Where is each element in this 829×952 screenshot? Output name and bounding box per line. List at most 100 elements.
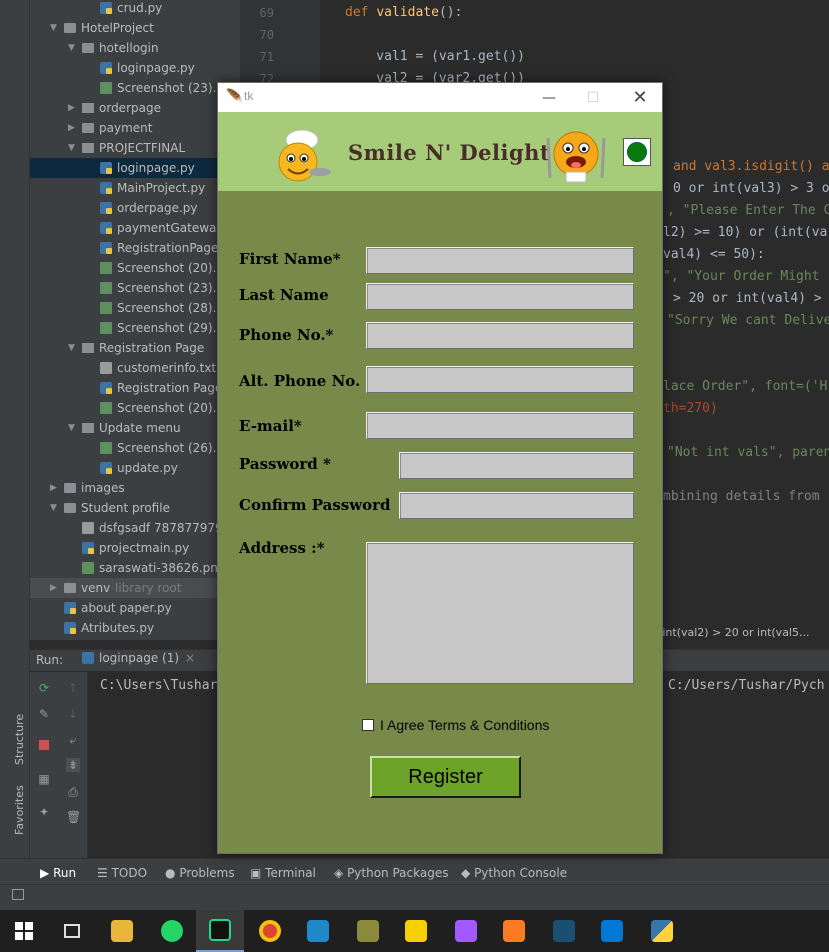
chevron-down-icon[interactable]: ▼ (50, 498, 60, 518)
tab-python-packages[interactable]: ◈ Python Packages (334, 866, 448, 880)
chevron-down-icon[interactable]: ▼ (50, 18, 60, 38)
print-icon[interactable]: ⎙ (66, 785, 80, 799)
rerun-icon[interactable]: ⟳ (37, 681, 51, 695)
register-button[interactable]: Register (370, 756, 521, 798)
xampp-icon[interactable] (490, 910, 538, 952)
tree-item[interactable]: ▼ hotellogin (30, 38, 240, 58)
layout-icon[interactable]: ▦ (37, 772, 51, 786)
tab-problems[interactable]: ● Problems (165, 866, 235, 880)
tree-item[interactable]: MainProject.py (30, 178, 240, 198)
alt-phone-input[interactable] (366, 366, 634, 393)
tab-python-console[interactable]: ◆ Python Console (461, 866, 567, 880)
tree-item[interactable]: loginpage.py (30, 58, 240, 78)
last-name-input[interactable] (366, 283, 634, 310)
task-view-icon[interactable] (48, 910, 96, 952)
agree-checkbox[interactable] (362, 719, 374, 731)
first-name-input[interactable] (366, 247, 634, 274)
tab-terminal[interactable]: ▣ Terminal (250, 866, 316, 880)
chevron-down-icon[interactable]: ▼ (68, 418, 78, 438)
tree-item[interactable]: Screenshot (20).p (30, 258, 240, 278)
tab-todo[interactable]: ☰ TODO (97, 866, 147, 880)
tree-item[interactable]: Screenshot (28).p (30, 298, 240, 318)
chevron-right-icon[interactable]: ▶ (50, 578, 60, 598)
chevron-down-icon[interactable]: ▼ (68, 138, 78, 158)
trash-icon[interactable]: 🗑 (66, 810, 81, 824)
chrome-icon[interactable] (246, 910, 294, 952)
chevron-right-icon[interactable]: ▶ (50, 478, 60, 498)
tab-run[interactable]: ▶ Run (40, 866, 76, 880)
tree-item[interactable]: Atributes.py (30, 618, 240, 638)
pin-icon[interactable]: ✦ (37, 805, 51, 819)
tree-item[interactable]: Screenshot (20).p (30, 398, 240, 418)
stop-icon[interactable] (37, 739, 51, 753)
tree-item[interactable]: loginpage.py (30, 158, 240, 178)
maximize-button[interactable]: ☐ (571, 83, 615, 112)
folder-icon (82, 423, 94, 433)
tree-item[interactable]: Screenshot (26).p (30, 438, 240, 458)
email-input[interactable] (366, 412, 634, 439)
status-toggle-button[interactable] (623, 138, 651, 166)
wrench-icon[interactable]: ✎ (37, 707, 51, 721)
file-explorer-icon[interactable] (98, 910, 146, 952)
tree-item[interactable]: ▶ images (30, 478, 240, 498)
tree-item-label: orderpage.py (117, 201, 198, 215)
python-app-icon[interactable] (638, 910, 686, 952)
tree-item[interactable]: projectmain.py (30, 538, 240, 558)
phone-input[interactable] (366, 322, 634, 349)
tree-item[interactable]: about paper.py (30, 598, 240, 618)
tree-item[interactable]: Screenshot (23).p (30, 278, 240, 298)
layout-toggle-icon[interactable] (12, 889, 24, 900)
chevron-right-icon[interactable]: ▶ (68, 118, 78, 138)
tree-item[interactable]: update.py (30, 458, 240, 478)
virtualbox-icon[interactable] (294, 910, 342, 952)
whatsapp-icon[interactable] (148, 910, 196, 952)
code-fragment: "Not int vals", paren (667, 445, 829, 460)
tree-item[interactable]: customerinfo.txt (30, 358, 240, 378)
tree-item[interactable]: ▶ orderpage (30, 98, 240, 118)
favorites-tab[interactable]: Favorites (13, 785, 26, 835)
tree-item[interactable]: ▶ venv library root (30, 578, 240, 598)
tree-item[interactable]: ▼ Registration Page (30, 338, 240, 358)
confirm-password-input[interactable] (399, 492, 634, 519)
structure-tab[interactable]: Structure (13, 714, 26, 765)
chevron-down-icon[interactable]: ▼ (68, 338, 78, 358)
player-icon[interactable] (392, 910, 440, 952)
run-tab[interactable]: loginpage (1) × (78, 651, 199, 665)
password-input[interactable] (399, 452, 634, 479)
vscode-icon[interactable] (588, 910, 636, 952)
minimize-button[interactable]: — (527, 83, 571, 112)
tree-item-label: hotellogin (99, 41, 159, 55)
soft-wrap-icon[interactable]: ⤶ (66, 733, 80, 747)
tree-item[interactable]: orderpage.py (30, 198, 240, 218)
tree-item[interactable]: ▼ Student profile (30, 498, 240, 518)
up-arrow-icon[interactable]: ↑ (66, 681, 80, 695)
pycharm-icon[interactable] (196, 910, 244, 952)
chevron-right-icon[interactable]: ▶ (68, 98, 78, 118)
python-file-icon (64, 602, 76, 614)
windows-start-button[interactable] (0, 910, 48, 952)
code-fragment: > 20 or int(val4) > (673, 291, 822, 306)
chevron-down-icon[interactable]: ▼ (68, 38, 78, 58)
tree-item[interactable]: Registration Page (30, 378, 240, 398)
tree-item[interactable]: RegistrationPage (30, 238, 240, 258)
tree-item[interactable]: paymentGateway (30, 218, 240, 238)
close-icon[interactable]: × (185, 651, 195, 665)
tree-item[interactable]: crud.py (30, 0, 240, 18)
address-textarea[interactable] (366, 542, 634, 684)
mysql-icon[interactable] (540, 910, 588, 952)
tree-item[interactable]: ▼ Update menu (30, 418, 240, 438)
tree-item[interactable]: ▼ HotelProject (30, 18, 240, 38)
close-button[interactable]: ✕ (618, 83, 662, 112)
tree-item[interactable]: Screenshot (29).p (30, 318, 240, 338)
hungry-smiley-icon (546, 131, 606, 183)
tree-item[interactable]: Screenshot (23).p (30, 78, 240, 98)
tree-item[interactable]: saraswati-38626.png (30, 558, 240, 578)
app-icon[interactable] (344, 910, 392, 952)
scroll-to-end-icon[interactable]: ⇟ (66, 758, 80, 772)
tree-item[interactable]: ▼ PROJECTFINAL (30, 138, 240, 158)
figma-icon[interactable] (442, 910, 490, 952)
down-arrow-icon[interactable]: ↓ (66, 707, 80, 721)
editor-breadcrumb[interactable]: f int(val2) > 20 or int(val5... (655, 622, 829, 644)
tree-item[interactable]: dsfgsadf 7878779797 (30, 518, 240, 538)
tree-item[interactable]: ▶ payment (30, 118, 240, 138)
